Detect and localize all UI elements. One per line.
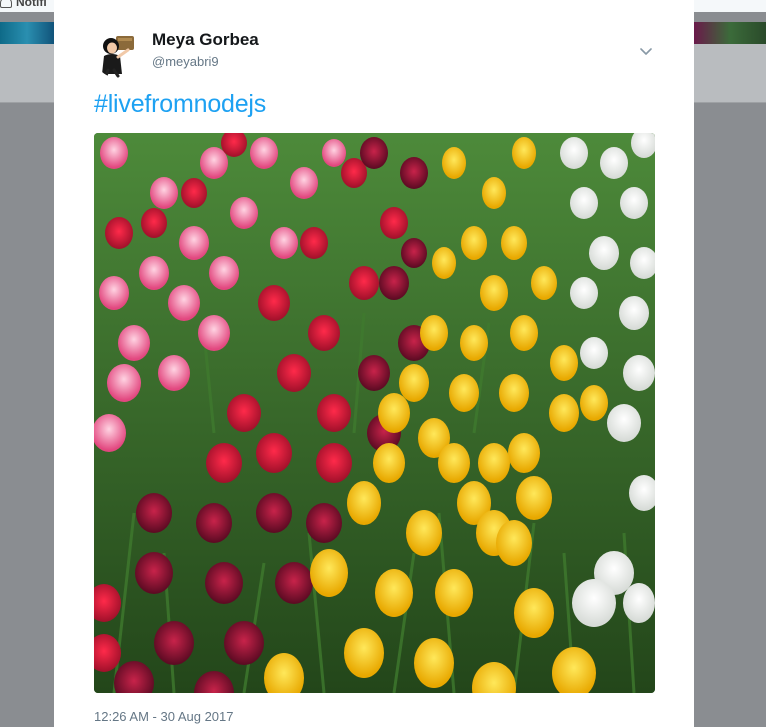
background-profile-header-right [694,44,766,102]
user-handle[interactable]: @meyabri9 [152,54,219,69]
tweet-options-button[interactable] [638,44,654,60]
avatar[interactable] [94,30,142,78]
bell-icon [0,0,12,8]
tweet-permalink-modal: Meya Gorbea @meyabri9 #livefromnodejs 12… [54,0,694,727]
background-notifications-label: Notifi [16,0,47,9]
background-divider [0,102,54,103]
background-divider [694,102,766,103]
background-banner-left [0,22,54,44]
background-notifications-tab: Notifi [0,0,47,9]
hashtag-link[interactable]: #livefromnodejs [94,90,266,119]
chevron-down-icon [640,48,652,55]
background-profile-header-left [0,44,54,102]
tweet-timestamp[interactable]: 12:26 AM - 30 Aug 2017 [94,709,234,724]
avatar-illustration-icon [94,30,142,78]
background-banner-right [694,22,766,44]
tweet-photo[interactable] [94,133,655,693]
display-name[interactable]: Meya Gorbea [152,30,259,50]
tulip-field-photo [94,133,655,693]
